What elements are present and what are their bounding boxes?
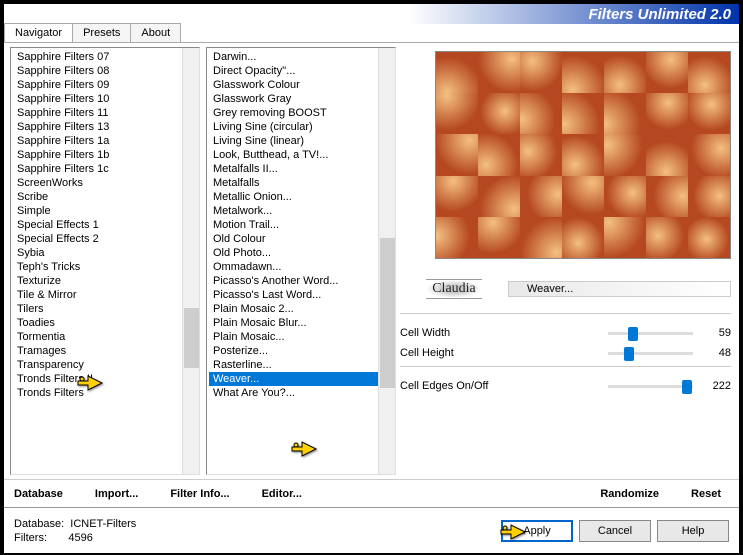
- category-scrollbar[interactable]: [182, 48, 199, 474]
- list-item[interactable]: Picasso's Another Word...: [209, 274, 393, 288]
- list-item[interactable]: Glasswork Colour: [209, 78, 393, 92]
- list-item[interactable]: Sapphire Filters 10: [13, 92, 197, 106]
- bottom-toolbar: Database Import... Filter Info... Editor…: [4, 479, 739, 507]
- apply-button[interactable]: Apply: [501, 520, 573, 542]
- list-item[interactable]: Simple: [13, 204, 197, 218]
- param-slider[interactable]: [608, 385, 693, 388]
- help-button[interactable]: Help: [657, 520, 729, 542]
- filter-name-display: Weaver...: [508, 281, 731, 297]
- list-item[interactable]: Glasswork Gray: [209, 92, 393, 106]
- list-item[interactable]: Picasso's Last Word...: [209, 288, 393, 302]
- list-item[interactable]: Sapphire Filters 09: [13, 78, 197, 92]
- list-item[interactable]: Tormentia: [13, 330, 197, 344]
- link-editor[interactable]: Editor...: [262, 488, 302, 500]
- list-item[interactable]: Scribe: [13, 190, 197, 204]
- list-item[interactable]: Tile & Mirror: [13, 288, 197, 302]
- list-item[interactable]: Ommadawn...: [209, 260, 393, 274]
- link-database[interactable]: Database: [14, 488, 63, 500]
- list-item[interactable]: Tramages: [13, 344, 197, 358]
- list-item[interactable]: Rasterline...: [209, 358, 393, 372]
- list-item[interactable]: Metallic Onion...: [209, 190, 393, 204]
- list-item[interactable]: Plain Mosaic...: [209, 330, 393, 344]
- list-item[interactable]: Teph's Tricks: [13, 260, 197, 274]
- list-item[interactable]: What Are You?...: [209, 386, 393, 400]
- list-item[interactable]: Living Sine (circular): [209, 120, 393, 134]
- list-item[interactable]: Transparency: [13, 358, 197, 372]
- list-item[interactable]: Sapphire Filters 1c: [13, 162, 197, 176]
- list-item[interactable]: Plain Mosaic 2...: [209, 302, 393, 316]
- filter-scrollbar[interactable]: [378, 48, 395, 474]
- list-item[interactable]: Tilers: [13, 302, 197, 316]
- window-title: Filters Unlimited 2.0: [588, 6, 731, 23]
- list-item[interactable]: Sapphire Filters 11: [13, 106, 197, 120]
- list-item[interactable]: Sapphire Filters 1b: [13, 148, 197, 162]
- link-reset[interactable]: Reset: [691, 488, 721, 500]
- list-item[interactable]: Grey removing BOOST: [209, 106, 393, 120]
- param-label: Cell Width: [400, 327, 600, 339]
- link-filter-info[interactable]: Filter Info...: [170, 488, 229, 500]
- param-value: 48: [701, 347, 731, 359]
- preview-image: [435, 51, 731, 259]
- link-randomize[interactable]: Randomize: [600, 488, 659, 500]
- list-item[interactable]: Sapphire Filters 1a: [13, 134, 197, 148]
- list-item[interactable]: Living Sine (linear): [209, 134, 393, 148]
- list-item[interactable]: Look, Butthead, a TV!...: [209, 148, 393, 162]
- list-item[interactable]: Sapphire Filters 13: [13, 120, 197, 134]
- list-item[interactable]: Special Effects 2: [13, 232, 197, 246]
- tab-about[interactable]: About: [130, 23, 181, 42]
- list-item[interactable]: Metalfalls II...: [209, 162, 393, 176]
- list-item[interactable]: Tronds Filters II: [13, 372, 197, 386]
- list-item[interactable]: Motion Trail...: [209, 218, 393, 232]
- param-slider[interactable]: [608, 352, 693, 355]
- list-item[interactable]: Old Photo...: [209, 246, 393, 260]
- list-item[interactable]: Sapphire Filters 07: [13, 50, 197, 64]
- list-item[interactable]: Darwin...: [209, 50, 393, 64]
- param-value: 59: [701, 327, 731, 339]
- list-item[interactable]: Metalwork...: [209, 204, 393, 218]
- category-listbox[interactable]: Sapphire Filters 07Sapphire Filters 08Sa…: [10, 47, 200, 475]
- param-label: Cell Height: [400, 347, 600, 359]
- param-label: Cell Edges On/Off: [400, 380, 600, 392]
- list-item[interactable]: Direct Opacity''...: [209, 64, 393, 78]
- list-item[interactable]: Metalfalls: [209, 176, 393, 190]
- tab-row: Navigator Presets About: [4, 23, 739, 43]
- status-text: Database: ICNET-Filters Filters: 4596: [14, 517, 136, 545]
- tab-presets[interactable]: Presets: [72, 23, 131, 42]
- tab-navigator[interactable]: Navigator: [4, 23, 73, 42]
- list-item[interactable]: Weaver...: [209, 372, 393, 386]
- filter-listbox[interactable]: Darwin...Direct Opacity''...Glasswork Co…: [206, 47, 396, 475]
- list-item[interactable]: Special Effects 1: [13, 218, 197, 232]
- list-item[interactable]: Sybia: [13, 246, 197, 260]
- list-item[interactable]: Tronds Filters: [13, 386, 197, 400]
- title-bar: Filters Unlimited 2.0: [4, 4, 739, 24]
- list-item[interactable]: Toadies: [13, 316, 197, 330]
- list-item[interactable]: Plain Mosaic Blur...: [209, 316, 393, 330]
- cancel-button[interactable]: Cancel: [579, 520, 651, 542]
- list-item[interactable]: Posterize...: [209, 344, 393, 358]
- list-item[interactable]: Sapphire Filters 08: [13, 64, 197, 78]
- list-item[interactable]: Old Colour: [209, 232, 393, 246]
- logo-claudia: Claudia: [400, 269, 508, 309]
- param-slider[interactable]: [608, 332, 693, 335]
- link-import[interactable]: Import...: [95, 488, 138, 500]
- list-item[interactable]: ScreenWorks: [13, 176, 197, 190]
- param-value: 222: [701, 380, 731, 392]
- list-item[interactable]: Texturize: [13, 274, 197, 288]
